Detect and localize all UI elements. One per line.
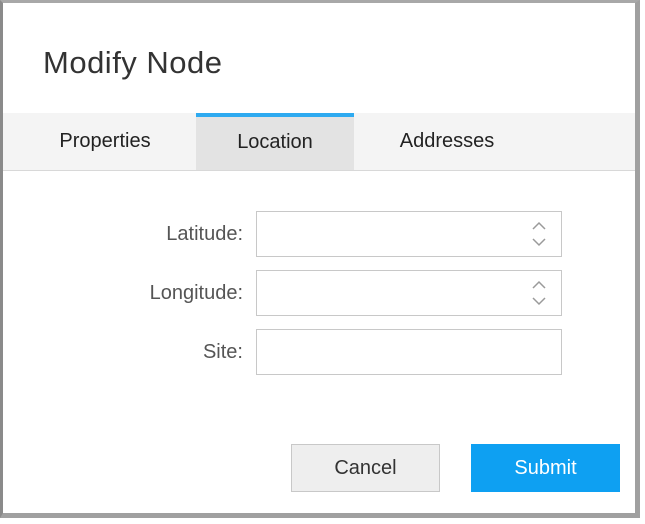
site-label: Site:: [202, 341, 243, 363]
cancel-button[interactable]: Cancel: [291, 444, 440, 492]
longitude-input[interactable]: [256, 270, 562, 316]
latitude-row: Latitude:: [3, 211, 635, 257]
longitude-label: Longitude:: [149, 282, 243, 304]
latitude-input[interactable]: [256, 211, 562, 257]
longitude-spinner-icon[interactable]: [530, 278, 548, 308]
longitude-row: Longitude:: [3, 270, 635, 316]
modify-node-dialog: Modify Node Properties Location Addresse…: [0, 0, 640, 518]
spinner-icon: [532, 280, 546, 306]
site-input[interactable]: [256, 329, 562, 375]
dialog-title: Modify Node: [43, 45, 223, 80]
tab-addresses[interactable]: Addresses: [368, 113, 526, 170]
latitude-spinner-icon[interactable]: [530, 219, 548, 249]
tab-bar: Properties Location Addresses: [3, 113, 635, 171]
site-row: Site:: [3, 329, 635, 375]
latitude-label: Latitude:: [166, 223, 243, 245]
submit-button[interactable]: Submit: [471, 444, 620, 492]
tab-location[interactable]: Location: [196, 113, 354, 170]
tab-properties[interactable]: Properties: [27, 113, 183, 170]
spinner-icon: [532, 221, 546, 247]
